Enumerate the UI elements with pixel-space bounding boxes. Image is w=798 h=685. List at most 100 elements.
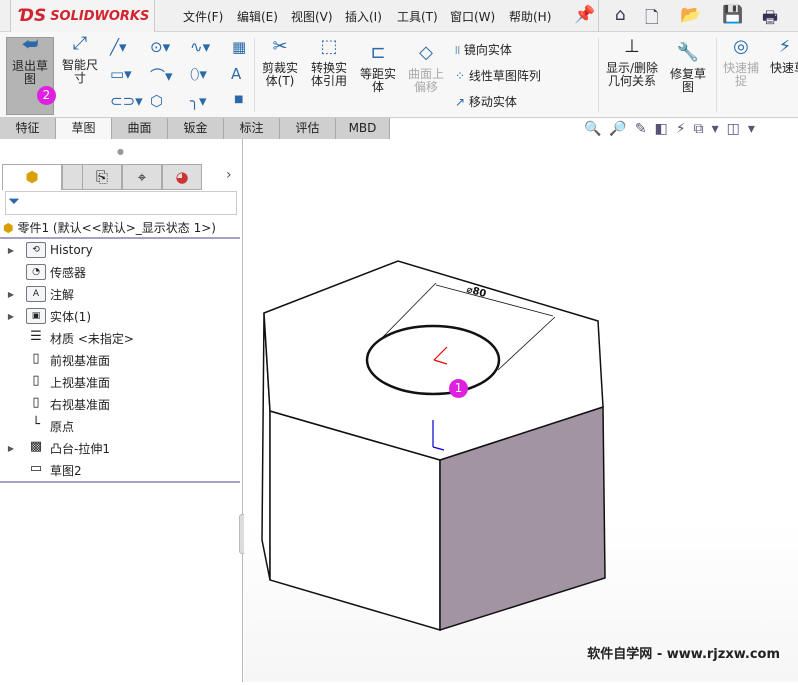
- divider: [254, 38, 255, 112]
- move-entities-button[interactable]: ↗ 移动实体: [455, 93, 517, 110]
- show-relations-button[interactable]: ⊥ 显示/删除几何关系: [602, 38, 662, 88]
- line-icon[interactable]: ╱▾: [110, 38, 127, 56]
- plane-icon: ▯: [32, 395, 40, 410]
- grid-icon[interactable]: ▦: [232, 38, 246, 56]
- mirror-icon: ⧘⧙: [455, 43, 464, 57]
- configuration-manager-tab[interactable]: ⎘: [82, 164, 122, 190]
- spline-icon[interactable]: ∿▾: [190, 38, 210, 56]
- dimxpert-tab[interactable]: ⌖: [122, 164, 162, 190]
- tab-features[interactable]: 特征: [0, 118, 56, 139]
- tree-item[interactable]: ▯ 前视基准面: [0, 349, 240, 371]
- panel-grip-icon[interactable]: ●: [117, 147, 124, 156]
- tree-item[interactable]: └ 原点: [0, 415, 240, 437]
- solidworks-logo[interactable]: ƊS SOLIDWORKS: [10, 0, 155, 33]
- mirror-entities-button[interactable]: ⧘⧙ 镜向实体: [455, 41, 512, 58]
- offset-surface-icon: ◇: [419, 42, 433, 63]
- tab-sheet-metal[interactable]: 钣金: [168, 118, 224, 139]
- trim-entities-button[interactable]: ✂ 剪裁实体(T): [258, 38, 302, 88]
- graphics-viewport[interactable]: ⌀80 1 软件自学网 - www.rjzxw.com: [244, 139, 798, 682]
- slot-icon[interactable]: ⊂⊃▾: [110, 92, 143, 110]
- quick-snap-icon: ◎: [733, 36, 749, 57]
- move-label: 移动实体: [468, 95, 517, 109]
- convert-entities-button[interactable]: ⬚ 转换实体引用: [306, 38, 352, 88]
- offset-surface-label: 曲面上偏移: [407, 67, 444, 94]
- quick-snaps-button[interactable]: ◎ 快速捕捉: [720, 36, 762, 88]
- tree-item[interactable]: ▶ A 注解: [0, 283, 240, 305]
- tree-item[interactable]: ☰ 材质 <未指定>: [0, 327, 240, 349]
- tree-item[interactable]: ◔ 传感器: [0, 261, 240, 283]
- menu-tools[interactable]: 工具(T): [397, 8, 438, 25]
- tree-item[interactable]: ▶ ▩ 凸台-拉伸1: [0, 437, 240, 459]
- filter-input[interactable]: ⏷: [5, 191, 237, 215]
- logo-text: SOLIDWORKS: [50, 8, 150, 24]
- history-icon: ⟲: [26, 242, 46, 258]
- tab-mbd[interactable]: MBD: [336, 118, 390, 139]
- home-icon[interactable]: ⌂: [615, 5, 626, 25]
- point-icon[interactable]: ■: [234, 94, 243, 105]
- exit-sketch-button[interactable]: ⮨ 退出草图 2: [6, 36, 56, 115]
- save-icon[interactable]: 💾: [722, 5, 743, 25]
- expand-arrow-icon[interactable]: ▶: [0, 290, 22, 299]
- menu-help[interactable]: 帮助(H): [509, 8, 551, 25]
- ellipse-icon[interactable]: ⬯▾: [190, 65, 207, 83]
- circle-icon[interactable]: ⊙▾: [150, 38, 170, 56]
- tree-item-label: 传感器: [50, 265, 87, 280]
- rectangle-icon[interactable]: ▭▾: [110, 65, 132, 83]
- tree-root-part[interactable]: ⬢ 零件1 (默认<<默认>_显示状态 1>): [3, 219, 216, 236]
- tab-surfaces[interactable]: 曲面: [112, 118, 168, 139]
- tree-item[interactable]: ▯ 上视基准面: [0, 371, 240, 393]
- tab-evaluate[interactable]: 评估: [280, 118, 336, 139]
- tree-item-label: 凸台-拉伸1: [50, 441, 110, 456]
- step-badge-2: 2: [37, 86, 56, 105]
- divider: [0, 481, 240, 483]
- arc-icon[interactable]: ⌒▾: [150, 65, 173, 86]
- repair-sketch-button[interactable]: 🔧 修复草图: [666, 44, 710, 94]
- pin-icon[interactable]: 📌: [574, 5, 595, 25]
- polygon-icon[interactable]: ⬡: [150, 92, 163, 110]
- open-folder-icon[interactable]: 📂: [680, 5, 701, 25]
- tree-item-label: 右视基准面: [50, 397, 111, 412]
- tab-markup[interactable]: 标注: [224, 118, 280, 139]
- menu-window[interactable]: 窗口(W): [450, 8, 495, 25]
- expand-arrow-icon[interactable]: ▶: [0, 312, 22, 321]
- sensor-icon: ◔: [26, 264, 46, 280]
- offset-entities-button[interactable]: ⊏ 等距实体: [356, 44, 400, 94]
- chevron-right-icon[interactable]: ›: [226, 167, 232, 183]
- tree-item-label: 原点: [50, 419, 75, 434]
- sketch-icon: ▭: [29, 461, 43, 476]
- display-manager-tab[interactable]: ◕: [162, 164, 202, 190]
- feature-manager-panel: ● ⬢ ☷ ⎘ ⌖ ◕ › ⏷ ⬢零件1 (默认<<默认>_显示状态 1>) ▶…: [0, 139, 247, 682]
- smart-dimension-button[interactable]: ⤢ 智能尺寸: [58, 35, 102, 85]
- expand-arrow-icon[interactable]: ▶: [0, 246, 22, 255]
- solid-body-icon: ▣: [26, 308, 46, 324]
- menu-view[interactable]: 视图(V): [291, 8, 333, 25]
- divider: [598, 38, 599, 112]
- repair-label: 修复草图: [669, 67, 706, 94]
- offset-on-surface-button[interactable]: ◇ 曲面上偏移: [404, 42, 448, 94]
- tree-item[interactable]: ▶ ⟲ History: [0, 239, 240, 261]
- linear-pattern-button[interactable]: ⁘ 线性草图阵列: [455, 67, 541, 84]
- extrude-icon: ▩: [29, 439, 43, 454]
- print-icon[interactable]: 🖶: [762, 5, 778, 34]
- rapid-sketch-button[interactable]: ⚡ 快速草图: [770, 40, 798, 75]
- feature-manager-tab[interactable]: ⬢: [2, 164, 62, 190]
- sketch-ribbon: ⮨ 退出草图 2 ⤢ 智能尺寸 ╱▾ ▭▾ ⊂⊃▾ ⊙▾ ⌒▾ ⬡ ∿▾ ⬯▾ ╮▾…: [0, 32, 798, 118]
- tree-item-label: 实体(1): [50, 309, 91, 324]
- heads-up-view-toolbar[interactable]: 🔍🔎✎◧⚡⧉▾◫▾: [584, 121, 763, 137]
- expand-arrow-icon[interactable]: ▶: [0, 444, 22, 453]
- new-document-icon[interactable]: 🗋: [645, 5, 659, 34]
- menu-insert[interactable]: 插入(I): [345, 8, 382, 25]
- plane-icon: ▯: [32, 351, 40, 366]
- text-icon[interactable]: A: [231, 65, 241, 83]
- menu-file[interactable]: 文件(F): [183, 8, 223, 25]
- tree-item-label: 材质 <未指定>: [50, 331, 134, 346]
- tree-item-label: 草图2: [50, 463, 82, 478]
- annotation-icon: A: [26, 286, 46, 302]
- rapid-sketch-label: 快速草图: [770, 61, 798, 75]
- tab-sketch[interactable]: 草图: [56, 118, 112, 139]
- tree-item[interactable]: ▶ ▣ 实体(1): [0, 305, 240, 327]
- tree-item[interactable]: ▭ 草图2: [0, 459, 240, 481]
- fillet-icon[interactable]: ╮▾: [190, 92, 207, 110]
- menu-edit[interactable]: 编辑(E): [237, 8, 278, 25]
- tree-item[interactable]: ▯ 右视基准面: [0, 393, 240, 415]
